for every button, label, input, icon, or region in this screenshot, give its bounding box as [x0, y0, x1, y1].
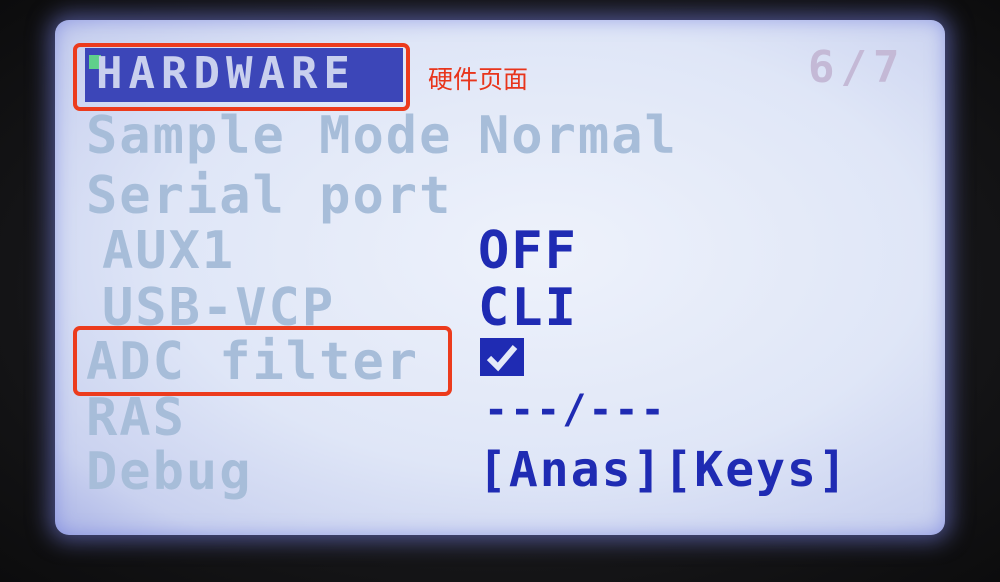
setting-value-ras: ---/--- [484, 387, 667, 433]
setting-label-debug[interactable]: Debug [86, 446, 253, 498]
annotation-box-adc-filter [73, 326, 452, 396]
setting-label-serial-port[interactable]: Serial port [86, 170, 452, 222]
setting-value-debug[interactable]: [Anas][Keys] [478, 446, 849, 494]
annotation-note: 硬件页面 [428, 65, 529, 94]
page-indicator: 6/7 [808, 42, 906, 93]
setting-label-ras[interactable]: RAS [86, 392, 186, 444]
setting-value-usb-vcp[interactable]: CLI [478, 282, 578, 334]
setting-label-aux1[interactable]: AUX1 [102, 225, 235, 277]
adc-filter-checkbox[interactable] [480, 338, 524, 376]
setting-value-aux1[interactable]: OFF [478, 225, 578, 277]
annotation-box-title [73, 43, 410, 111]
setting-label-sample-mode[interactable]: Sample Mode [86, 110, 452, 162]
setting-value-sample-mode[interactable]: Normal [478, 110, 678, 162]
checkmark-icon [486, 345, 518, 372]
